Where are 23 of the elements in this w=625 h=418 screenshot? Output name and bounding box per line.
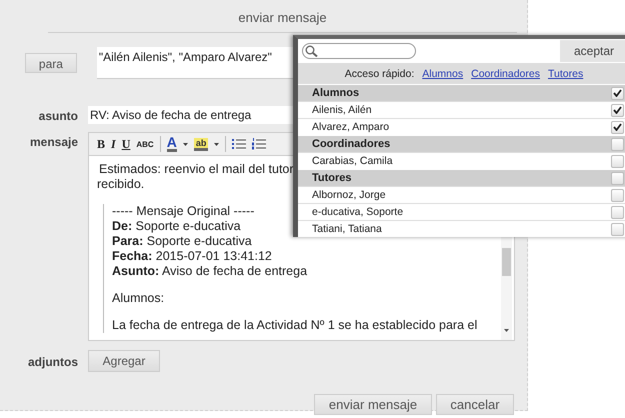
contact-name: e-ducativa, Soporte xyxy=(312,206,404,218)
contact-name: Tatiani, Tatiana xyxy=(312,223,382,235)
quote-header: ----- Mensaje Original ----- xyxy=(112,204,254,219)
quote-field: Para: Soporte e-ducativa xyxy=(112,234,252,249)
group-name: Coordinadores xyxy=(312,138,390,150)
message-text: recibido. xyxy=(97,177,144,192)
quote-field: Asunto: Aviso de fecha de entrega xyxy=(112,264,308,279)
message-text: La fecha de entrega de la Actividad Nº 1 se ha establecido para el xyxy=(112,318,478,333)
message-text: Estimados: reenvio el mail del tutor xyxy=(98,162,294,177)
dialog-title: enviar mensaje xyxy=(48,0,517,33)
group-name: Tutores xyxy=(312,172,352,184)
message-label: mensaje xyxy=(28,134,78,151)
message-text: Alumnos: xyxy=(112,291,164,306)
quote-field: Fecha: 2015-07-01 13:41:12 xyxy=(112,249,272,264)
group-name: Alumnos xyxy=(312,87,360,99)
contact-name: Ailenis, Ailén xyxy=(312,104,372,116)
contact-name: Carabias, Camila xyxy=(312,155,393,167)
contact-name: Albornoz, Jorge xyxy=(312,189,386,201)
subject-label: asunto xyxy=(38,108,78,124)
contact-name: Alvarez, Amparo xyxy=(312,121,390,133)
quick-access-label: Acceso rápido: xyxy=(344,68,414,80)
attachments-label: adjuntos xyxy=(27,354,78,371)
quote-field: De: Soporte e-ducativa xyxy=(112,219,241,234)
